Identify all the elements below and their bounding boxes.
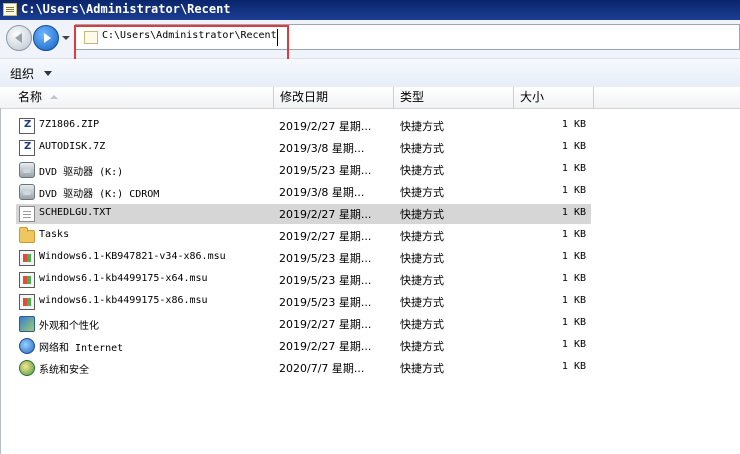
file-name: 7Z1806.ZIP — [39, 119, 100, 130]
chevron-down-icon — [44, 71, 53, 76]
back-arrow-icon — [14, 33, 22, 43]
file-row-selected[interactable]: SCHEDLGU.TXT 2019/2/27 星期... 快捷方式 1 KB — [0, 203, 740, 225]
file-type: 快捷方式 — [400, 318, 444, 331]
msu-package-icon — [19, 294, 35, 310]
file-date: 2019/2/27 星期... — [279, 120, 372, 133]
recent-pages-dropdown-icon[interactable] — [62, 36, 70, 40]
file-type: 快捷方式 — [400, 362, 444, 375]
file-date: 2020/7/7 星期... — [279, 362, 365, 375]
file-row[interactable]: Windows6.1-KB947821-v34-x86.msu 2019/5/2… — [0, 247, 740, 269]
dvd-drive-icon — [19, 184, 35, 200]
file-size: 1 KB — [561, 295, 586, 306]
column-header-type[interactable]: 类型 — [394, 87, 514, 108]
file-row[interactable]: AUTODISK.7Z 2019/3/8 星期... 快捷方式 1 KB — [0, 137, 740, 159]
column-header-size[interactable]: 大小 — [514, 87, 594, 108]
file-name: 系统和安全 — [39, 365, 89, 376]
dvd-drive-icon — [19, 162, 35, 178]
column-size-label: 大小 — [520, 90, 545, 104]
organize-label: 组织 — [10, 67, 35, 81]
file-type: 快捷方式 — [400, 186, 444, 199]
file-name: DVD 驱动器 (K:) — [39, 167, 124, 178]
file-date: 2019/2/27 星期... — [279, 230, 372, 243]
back-button[interactable] — [6, 25, 32, 51]
text-file-icon — [19, 206, 35, 222]
file-name: Tasks — [39, 229, 70, 240]
file-size: 1 KB — [561, 119, 586, 130]
column-type-label: 类型 — [400, 90, 425, 104]
file-size: 1 KB — [561, 229, 586, 240]
zip-shortcut-icon — [19, 118, 35, 134]
title-bar: C:\Users\Administrator\Recent — [0, 0, 740, 20]
file-row[interactable]: 7Z1806.ZIP 2019/2/27 星期... 快捷方式 1 KB — [0, 115, 740, 137]
column-header-date[interactable]: 修改日期 — [274, 87, 394, 108]
file-size: 1 KB — [561, 207, 586, 218]
column-date-label: 修改日期 — [280, 90, 329, 104]
forward-button[interactable] — [33, 25, 59, 51]
column-header-name[interactable]: 名称 — [0, 87, 274, 108]
file-date: 2019/2/27 星期... — [279, 208, 372, 221]
file-size: 1 KB — [561, 273, 586, 284]
file-list: 7Z1806.ZIP 2019/2/27 星期... 快捷方式 1 KB AUT… — [0, 115, 740, 379]
file-name: SCHEDLGU.TXT — [39, 207, 112, 218]
file-name: Windows6.1-KB947821-v34-x86.msu — [39, 251, 226, 262]
file-size: 1 KB — [561, 185, 586, 196]
file-type: 快捷方式 — [400, 164, 444, 177]
file-date: 2019/5/23 星期... — [279, 252, 372, 265]
file-row[interactable]: DVD 驱动器 (K:) CDROM 2019/3/8 星期... 快捷方式 1… — [0, 181, 740, 203]
file-date: 2019/5/23 星期... — [279, 296, 372, 309]
organize-button[interactable]: 组织 — [10, 65, 53, 82]
file-name: AUTODISK.7Z — [39, 141, 106, 152]
file-row[interactable]: 系统和安全 2020/7/7 星期... 快捷方式 1 KB — [0, 357, 740, 379]
sort-ascending-icon — [50, 95, 59, 99]
file-date: 2019/5/23 星期... — [279, 164, 372, 177]
file-type: 快捷方式 — [400, 120, 444, 133]
file-row[interactable]: windows6.1-kb4499175-x86.msu 2019/5/23 星… — [0, 291, 740, 313]
file-type: 快捷方式 — [400, 230, 444, 243]
file-size: 1 KB — [561, 317, 586, 328]
command-bar: 组织 — [0, 59, 740, 88]
file-name: 外观和个性化 — [39, 321, 99, 332]
file-type: 快捷方式 — [400, 274, 444, 287]
file-size: 1 KB — [561, 339, 586, 350]
file-size: 1 KB — [561, 141, 586, 152]
folder-icon — [19, 227, 35, 243]
address-highlight-annotation — [74, 25, 289, 61]
file-type: 快捷方式 — [400, 340, 444, 353]
file-row[interactable]: DVD 驱动器 (K:) 2019/5/23 星期... 快捷方式 1 KB — [0, 159, 740, 181]
file-type: 快捷方式 — [400, 142, 444, 155]
file-size: 1 KB — [561, 361, 586, 372]
control-panel-icon — [19, 316, 35, 332]
file-type: 快捷方式 — [400, 252, 444, 265]
file-row[interactable]: Tasks 2019/2/27 星期... 快捷方式 1 KB — [0, 225, 740, 247]
file-name: DVD 驱动器 (K:) CDROM — [39, 189, 160, 200]
file-size: 1 KB — [561, 251, 586, 262]
file-date: 2019/3/8 星期... — [279, 142, 365, 155]
file-name: 网络和 Internet — [39, 343, 124, 354]
file-type: 快捷方式 — [400, 296, 444, 309]
folder-window-icon — [3, 3, 17, 16]
file-date: 2019/2/27 星期... — [279, 318, 372, 331]
file-name: windows6.1-kb4499175-x86.msu — [39, 295, 208, 306]
file-row[interactable]: 外观和个性化 2019/2/27 星期... 快捷方式 1 KB — [0, 313, 740, 335]
network-icon — [19, 338, 35, 354]
file-date: 2019/5/23 星期... — [279, 274, 372, 287]
security-icon — [19, 360, 35, 376]
file-size: 1 KB — [561, 163, 586, 174]
column-headers: 名称 修改日期 类型 大小 — [0, 87, 740, 109]
file-row[interactable]: windows6.1-kb4499175-x64.msu 2019/5/23 星… — [0, 269, 740, 291]
file-date: 2019/2/27 星期... — [279, 340, 372, 353]
column-name-label: 名称 — [18, 90, 43, 104]
forward-arrow-icon — [43, 33, 51, 43]
file-row[interactable]: 网络和 Internet 2019/2/27 星期... 快捷方式 1 KB — [0, 335, 740, 357]
zip-shortcut-icon — [19, 140, 35, 156]
file-type: 快捷方式 — [400, 208, 444, 221]
msu-package-icon — [19, 250, 35, 266]
file-date: 2019/3/8 星期... — [279, 186, 365, 199]
file-name: windows6.1-kb4499175-x64.msu — [39, 273, 208, 284]
msu-package-icon — [19, 272, 35, 288]
window-title: C:\Users\Administrator\Recent — [21, 2, 231, 16]
